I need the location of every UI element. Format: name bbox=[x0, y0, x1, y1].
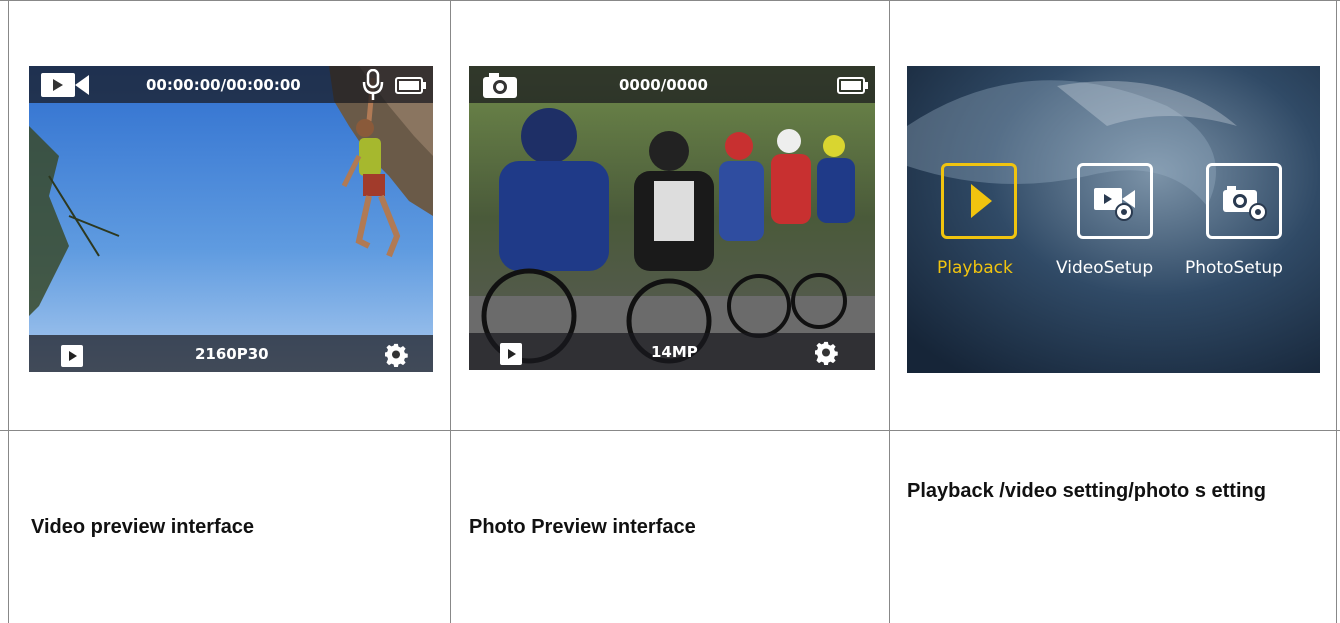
video-preview-caption: Video preview interface bbox=[31, 516, 255, 538]
menu-caption: Playback /video setting/photo s etting bbox=[907, 480, 1266, 502]
photo-setup-label: PhotoSetup bbox=[1185, 258, 1283, 278]
camera-icon[interactable] bbox=[483, 72, 517, 102]
gear-icon[interactable] bbox=[384, 343, 409, 371]
camera-settings-icon bbox=[1223, 186, 1267, 221]
battery-icon bbox=[395, 77, 427, 98]
table-row-divider bbox=[0, 430, 1340, 431]
video-setup-label: VideoSetup bbox=[1056, 258, 1154, 278]
gear-icon[interactable] bbox=[814, 341, 839, 369]
photo-preview-screen: 0000/0000 14MP bbox=[469, 66, 875, 370]
video-bottom-bar: 2160P30 bbox=[29, 335, 433, 372]
interface-table: 00:00:00/00:00:00 2160P30 0000/0000 14MP… bbox=[0, 0, 1340, 623]
photo-resolution: 14MP bbox=[651, 343, 698, 361]
table-border-right bbox=[1336, 0, 1337, 623]
photo-bottom-bar: 14MP bbox=[469, 333, 875, 370]
microphone-icon bbox=[362, 68, 384, 105]
table-col-divider-1 bbox=[450, 0, 451, 623]
video-camera-icon[interactable] bbox=[41, 71, 89, 103]
video-preview-screen: 00:00:00/00:00:00 2160P30 bbox=[29, 66, 433, 372]
play-icon[interactable] bbox=[500, 343, 522, 369]
photo-setup-button[interactable] bbox=[1206, 163, 1282, 239]
table-col-divider-2 bbox=[889, 0, 890, 623]
video-top-bar: 00:00:00/00:00:00 bbox=[29, 66, 433, 103]
battery-icon bbox=[837, 77, 869, 98]
video-timer: 00:00:00/00:00:00 bbox=[146, 76, 301, 94]
video-settings-icon bbox=[1094, 188, 1135, 221]
table-border-top bbox=[0, 0, 1340, 1]
photo-preview-caption: Photo Preview interface bbox=[469, 516, 696, 538]
photo-counter: 0000/0000 bbox=[619, 76, 708, 94]
photo-top-bar: 0000/0000 bbox=[469, 66, 875, 103]
video-setup-button[interactable] bbox=[1077, 163, 1153, 239]
play-icon[interactable] bbox=[61, 345, 83, 371]
table-border-left bbox=[8, 0, 9, 623]
video-resolution: 2160P30 bbox=[195, 345, 269, 363]
photo-preview-background bbox=[469, 66, 875, 370]
playback-button[interactable] bbox=[941, 163, 1017, 239]
menu-screen: Playback VideoSetup PhotoSetup bbox=[907, 66, 1320, 373]
playback-label: Playback bbox=[937, 258, 1013, 278]
video-preview-background bbox=[29, 66, 433, 372]
play-icon bbox=[971, 184, 992, 218]
